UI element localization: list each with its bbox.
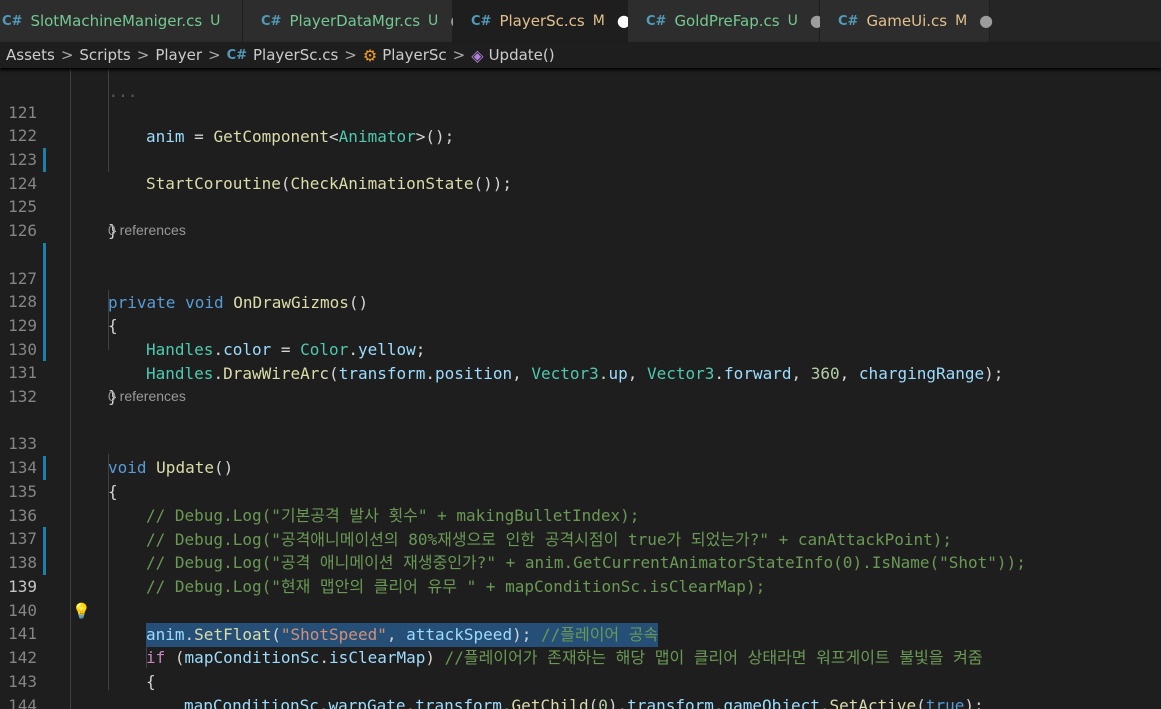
tab-label: PlayerDataMgr.cs [289,12,421,30]
breadcrumb-separator: > [136,46,150,64]
breadcrumb-file[interactable]: PlayerSc.cs [253,46,338,64]
tab-label: GoldPreFap.cs [674,12,780,30]
line-number: 126 [8,221,37,240]
class-symbol-icon: ⚙ [362,45,378,65]
tab-label: PlayerSc.cs [499,12,585,30]
code-line: 124 [0,148,1161,193]
git-status-badge: U [210,13,221,29]
csharp-file-icon: C# [646,13,667,29]
code-line: 143 mapConditionSc.warpGate.transform.Ge… [0,646,1161,709]
git-status-badge: M [955,13,968,29]
code-editor[interactable]: ... 121 anim = GetComponent<Animator>();… [0,68,1161,709]
csharp-file-icon: C# [226,47,248,63]
breadcrumb-player[interactable]: Player [155,46,202,64]
code-line: 131 } [0,337,1161,406]
code-line: 129 Handles.color = Color.yellow; [0,290,1161,359]
csharp-file-icon: C# [471,13,492,29]
git-status-badge: U [428,13,439,29]
code-line: 126 [0,195,1161,240]
codelens-references[interactable]: 0 references [108,222,186,238]
method-symbol-icon: ◈ [471,45,484,65]
line-number: 132 [8,387,37,406]
code-line-current: 139 💡 anim.SetFloat("ShotSpeed", attackS… [0,551,1161,647]
code-line: 137 // Debug.Log("공격 애니메이션 재생중인가?" + ani… [0,503,1161,572]
git-status-badge: M [592,13,605,29]
code-line: 133 void Update() [0,408,1161,477]
breadcrumb-separator: > [452,46,466,64]
breadcrumb-scripts[interactable]: Scripts [79,46,130,64]
tab-label: GameUi.cs [866,12,948,30]
code-line: 141 if (mapConditionSc.isClearMap) //플레이… [0,598,1161,667]
csharp-file-icon: C# [2,13,23,29]
code-line: 135 // Debug.Log("기본공격 발사 횟수" + makingBu… [0,456,1161,525]
tab-gameui[interactable]: C# GameUi.cs M ● [820,0,993,42]
tab-playersc[interactable]: C# PlayerSc.cs M ● [453,0,631,42]
unsaved-dot-icon[interactable]: ● [979,13,993,29]
editor-tab-bar: C# SlotMachineManiger.cs U C# PlayerDataMgr.… [0,0,1161,42]
code-line: 144 } [0,670,1161,709]
code-line: 145 [0,694,1161,709]
codelens-references[interactable]: 0 references [108,388,186,404]
breadcrumb-separator: > [344,46,357,64]
breadcrumb-class[interactable]: PlayerSc [382,46,446,64]
tab-playerdatamgr[interactable]: C#PlayerDataMgr.csU● [243,0,464,42]
breadcrumb-separator: > [208,46,221,64]
code-line: 138 // Debug.Log("현재 맵안의 클리어 유무 " + mapC… [0,527,1161,596]
breadcrumb-separator: > [60,46,74,64]
code-line: 130 Handles.DrawWireArc(transform.positi… [0,314,1161,383]
tab-label: SlotMachineManiger.cs [30,12,203,30]
csharp-file-icon: C# [261,13,282,29]
code-line: 127 private void OnDrawGizmos() [0,243,1161,312]
code-line: 140 [0,575,1161,620]
code-line: 122 [0,100,1161,145]
breadcrumb-assets[interactable]: Assets [6,46,55,64]
breadcrumb: Assets > Scripts > Player > C# PlayerSc.… [0,42,1161,68]
code-line: 123 StartCoroutine(CheckAnimationState()… [0,124,1161,193]
code-line: 128 { [0,266,1161,335]
code-line: 142 { [0,622,1161,691]
breadcrumb-method[interactable]: Update() [489,46,555,64]
csharp-file-icon: C# [838,13,859,29]
tab-slotmachinemaniger[interactable]: C# SlotMachineManiger.cs U [0,0,243,42]
code-line: 134 { [0,432,1161,501]
code-line: 121 anim = GetComponent<Animator>(); [0,77,1161,146]
git-status-badge: U [787,13,798,29]
code-line: 125 } [0,171,1161,240]
code-line: 132 [0,361,1161,406]
code-line: 136 // Debug.Log("공격애니메이션의 80%재생으로 인한 공격… [0,480,1161,549]
tab-goldprefap[interactable]: C# GoldPreFap.cs U ● [628,0,824,42]
